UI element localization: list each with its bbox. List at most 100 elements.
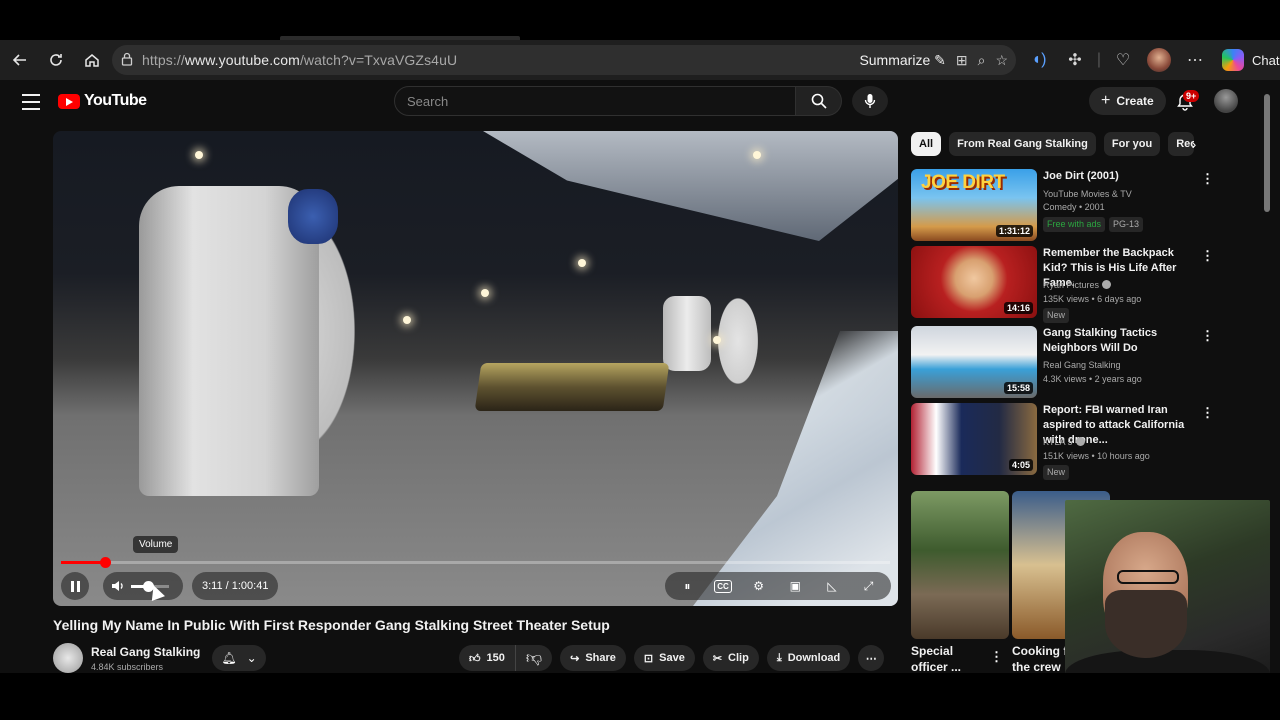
pause-button[interactable] bbox=[61, 572, 89, 600]
progress-scrubber[interactable] bbox=[99, 557, 111, 568]
kebab-menu-icon[interactable]: ⋮ bbox=[990, 649, 1003, 665]
short-title[interactable]: Special officer ... bbox=[911, 643, 961, 673]
recommendation-title[interactable]: Gang Stalking Tactics Neighbors Will Do bbox=[1043, 326, 1201, 356]
cast-icon[interactable]: ◺ bbox=[822, 576, 842, 596]
plus-icon: + bbox=[1101, 92, 1111, 109]
download-button[interactable]: ⤓ Download bbox=[766, 645, 851, 671]
subscription-bell-button[interactable]: 🔔︎ ⌄ bbox=[212, 645, 266, 671]
volume-control[interactable] bbox=[103, 572, 183, 600]
video-thumbnail[interactable]: 14:16 bbox=[911, 246, 1037, 318]
search-input[interactable] bbox=[395, 87, 795, 115]
video-frame-light bbox=[753, 151, 761, 159]
recommendation-item[interactable]: JOE DIRT 1:31:12 Joe Dirt (2001) YouTube… bbox=[911, 169, 1214, 241]
settings-gear-icon[interactable]: ⚙ bbox=[749, 576, 769, 596]
like-dislike-group: 👍︎ 150 👎︎ bbox=[459, 645, 553, 671]
video-frame-bottles bbox=[693, 331, 898, 606]
video-player[interactable]: Volume 3:11 / 1:00:41 ⏸ CC ⚙ ▣ ◺ ⤢ bbox=[53, 131, 898, 606]
create-button[interactable]: + Create bbox=[1089, 87, 1166, 115]
progress-bar[interactable] bbox=[61, 557, 890, 568]
recommendation-item[interactable]: 14:16 Remember the Backpack Kid? This is… bbox=[911, 246, 1214, 323]
kebab-menu-icon[interactable]: ⋮ bbox=[1201, 405, 1214, 421]
captions-icon[interactable]: CC bbox=[713, 579, 732, 593]
voice-search-button[interactable] bbox=[852, 86, 888, 116]
like-button[interactable]: 👍︎ 150 bbox=[459, 645, 516, 671]
back-icon[interactable] bbox=[2, 44, 38, 76]
read-aloud-icon[interactable]: ◖) bbox=[1024, 45, 1054, 75]
summarize-icon: ✎ bbox=[934, 51, 946, 68]
scissors-icon: ✂ bbox=[712, 652, 723, 665]
youtube-logo-text: YouTube bbox=[84, 92, 147, 109]
video-thumbnail[interactable]: JOE DIRT 1:31:12 bbox=[911, 169, 1037, 241]
notifications-badge: 9+ bbox=[1183, 90, 1200, 102]
video-frame-pillar-far bbox=[663, 296, 711, 371]
browser-toolbar: https://www.youtube.com/watch?v=TxvaVGZs… bbox=[0, 40, 1280, 80]
volume-tooltip: Volume bbox=[133, 536, 179, 553]
thumbnail-title-art: JOE DIRT bbox=[921, 172, 1005, 193]
summarize-button[interactable]: Summarize ✎ bbox=[859, 52, 945, 69]
save-button[interactable]: ⊡ Save bbox=[633, 645, 695, 671]
account-avatar[interactable] bbox=[1214, 89, 1238, 113]
favorite-star-icon[interactable]: ☆ bbox=[995, 52, 1008, 69]
recommendation-item[interactable]: 15:58 Gang Stalking Tactics Neighbors Wi… bbox=[911, 326, 1214, 398]
right-controls: ⏸ CC ⚙ ▣ ◺ ⤢ bbox=[665, 572, 891, 600]
video-frame-light bbox=[578, 259, 586, 267]
chip-all[interactable]: All bbox=[911, 132, 942, 156]
address-bar[interactable]: https://www.youtube.com/watch?v=TxvaVGZs… bbox=[112, 45, 1016, 75]
kebab-menu-icon[interactable]: ⋮ bbox=[1201, 171, 1214, 187]
chevron-right-icon[interactable]: › bbox=[1184, 134, 1204, 154]
extensions-icon[interactable]: ✣ bbox=[1060, 45, 1090, 75]
url-prefix: https:// bbox=[142, 52, 185, 68]
copilot-chat-button[interactable]: Chat bbox=[1222, 49, 1279, 71]
download-label: Download bbox=[787, 652, 841, 664]
performance-icon[interactable]: ♡ bbox=[1108, 45, 1138, 75]
video-duration: 14:16 bbox=[1003, 302, 1033, 314]
youtube-logo[interactable]: YouTube bbox=[58, 92, 147, 110]
home-icon[interactable] bbox=[74, 44, 110, 76]
channel-label: KTLA 5 bbox=[1043, 437, 1073, 447]
page-scrollbar[interactable] bbox=[1264, 94, 1270, 212]
share-button[interactable]: ↪ Share bbox=[560, 645, 626, 671]
miniplayer-icon[interactable]: ▣ bbox=[785, 576, 805, 596]
recommendation-channel[interactable]: Ryan Pictures bbox=[1043, 279, 1203, 292]
video-thumbnail[interactable]: 15:58 bbox=[911, 326, 1037, 398]
zoom-icon[interactable]: ⌕ bbox=[978, 52, 986, 69]
time-display: 3:11 / 1:00:41 bbox=[192, 572, 279, 600]
recommendation-item[interactable]: 4:05 Report: FBI warned Iran aspired to … bbox=[911, 403, 1214, 480]
short-thumbnail[interactable] bbox=[911, 491, 1009, 639]
kebab-menu-icon[interactable]: ⋮ bbox=[1201, 328, 1214, 344]
profile-avatar[interactable] bbox=[1144, 45, 1174, 75]
divider: | bbox=[1096, 51, 1102, 68]
kebab-menu-icon[interactable]: ⋮ bbox=[1201, 248, 1214, 264]
autoplay-toggle-icon[interactable]: ⏸ bbox=[677, 576, 697, 596]
more-menu-icon[interactable]: ⋯ bbox=[1180, 45, 1210, 75]
recommendation-channel[interactable]: YouTube Movies & TV bbox=[1043, 188, 1203, 201]
channel-name[interactable]: Real Gang Stalking bbox=[91, 645, 200, 659]
video-thumbnail[interactable]: 4:05 bbox=[911, 403, 1037, 475]
dislike-button[interactable]: 👎︎ bbox=[516, 645, 552, 671]
hamburger-menu-icon[interactable] bbox=[18, 92, 44, 112]
url-text[interactable]: https://www.youtube.com/watch?v=TxvaVGZs… bbox=[142, 52, 457, 68]
recommendation-channel[interactable]: KTLA 5 bbox=[1043, 436, 1203, 449]
search-box[interactable] bbox=[394, 86, 796, 116]
chip-from-channel[interactable]: From Real Gang Stalking bbox=[949, 132, 1096, 156]
clip-button[interactable]: ✂ Clip bbox=[702, 645, 759, 671]
channel-label: Ryan Pictures bbox=[1043, 280, 1100, 290]
chip-for-you[interactable]: For you bbox=[1103, 132, 1161, 156]
recommendation-meta: 135K views • 6 days ago bbox=[1043, 294, 1142, 304]
recommendation-title[interactable]: Joe Dirt (2001) bbox=[1043, 169, 1201, 184]
lock-icon[interactable] bbox=[112, 52, 142, 69]
reload-icon[interactable] bbox=[38, 44, 74, 76]
new-badge: New bbox=[1043, 308, 1070, 323]
search-button[interactable] bbox=[796, 86, 842, 116]
search-icon bbox=[811, 93, 827, 109]
channel-avatar[interactable] bbox=[53, 643, 83, 673]
thumbs-up-icon: 👍︎ bbox=[469, 652, 481, 665]
create-label: Create bbox=[1116, 94, 1154, 108]
download-icon: ⤓ bbox=[776, 651, 782, 664]
verified-icon bbox=[1075, 437, 1085, 446]
recommendation-channel[interactable]: Real Gang Stalking bbox=[1043, 359, 1203, 372]
more-actions-button[interactable]: ⋯ bbox=[858, 645, 885, 671]
volume-icon[interactable] bbox=[111, 579, 125, 593]
fullscreen-icon[interactable]: ⤢ bbox=[859, 576, 879, 596]
apps-icon[interactable]: ⊞ bbox=[956, 52, 968, 69]
